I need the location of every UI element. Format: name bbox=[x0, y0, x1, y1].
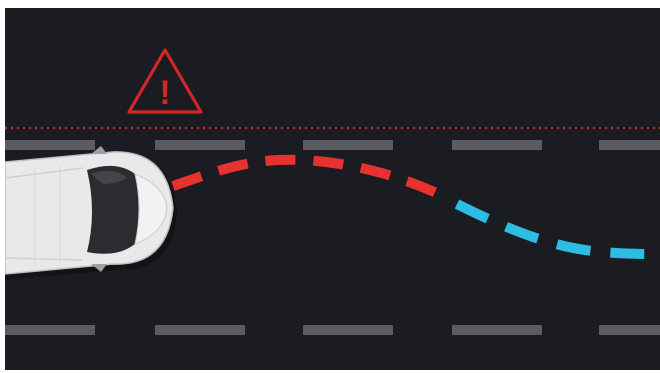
predicted-path-safe bbox=[454, 199, 660, 259]
warning-glyph: ! bbox=[159, 74, 170, 112]
lane-dash bbox=[599, 140, 660, 150]
lane-dash bbox=[155, 325, 245, 335]
road-surface: ! bbox=[5, 8, 660, 370]
lane-dash bbox=[303, 325, 393, 335]
road-graphic: ! bbox=[5, 48, 660, 335]
lane-dash bbox=[452, 325, 542, 335]
van-topview-icon bbox=[5, 146, 177, 280]
lane-dash bbox=[303, 140, 393, 150]
lane-dash bbox=[599, 325, 660, 335]
upper-lane-markings bbox=[5, 140, 660, 150]
lane-dash bbox=[452, 140, 542, 150]
lane-departure-illustration: ! bbox=[0, 0, 660, 373]
predicted-path-danger bbox=[171, 154, 446, 201]
lane-dash bbox=[5, 140, 95, 150]
warning-triangle-icon: ! bbox=[127, 48, 203, 114]
lane-dash bbox=[155, 140, 245, 150]
lane-dash bbox=[5, 325, 95, 335]
lower-lane-markings bbox=[5, 325, 660, 335]
